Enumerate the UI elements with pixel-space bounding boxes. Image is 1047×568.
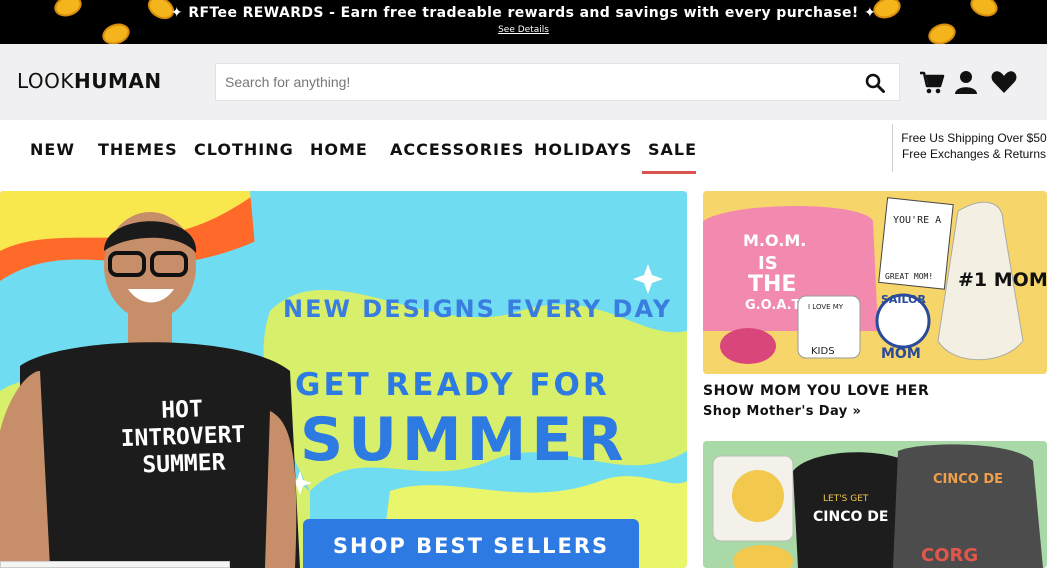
art-text: I LOVE MY — [808, 303, 844, 311]
returns-line: Free Exchanges & Returns — [901, 147, 1047, 161]
art-text: IS — [758, 253, 778, 274]
art-text: CINCO DE — [813, 509, 888, 525]
nav-item-themes[interactable]: THEMES — [98, 140, 178, 159]
hero-subheadline: NEW DESIGNS EVERY DAY — [283, 295, 673, 323]
status-tooltip — [0, 561, 230, 568]
art-text: SAILOR — [881, 293, 926, 306]
shirt-line: SUMMER — [141, 449, 226, 479]
art-text: CINCO DE — [933, 472, 1003, 487]
search-icon[interactable] — [865, 73, 885, 93]
hero-headline-large: SUMMER — [300, 405, 629, 475]
art-text: KIDS — [811, 346, 835, 357]
hero-banner[interactable]: HOT INTROVERT SUMMER NEW DESIGNS EVERY D… — [0, 191, 687, 568]
shop-mothers-day-link[interactable]: Shop Mother's Day » — [703, 404, 861, 419]
logo[interactable]: LOOKHUMAN — [17, 69, 162, 93]
wishlist-heart-icon[interactable] — [990, 68, 1018, 96]
art-text: THE — [748, 272, 796, 297]
logo-light-text: LOOK — [17, 69, 75, 93]
art-text: MOM — [881, 346, 921, 362]
hero-headline: GET READY FOR — [295, 367, 610, 403]
nav-item-home[interactable]: HOME — [310, 140, 368, 159]
mothers-day-promo-image[interactable]: M.O.M. IS THE G.O.A.T. YOU'RE A GREAT MO… — [703, 191, 1047, 374]
rewards-text: ✦ RFTee REWARDS - Earn free tradeable re… — [0, 5, 1047, 21]
nav-item-accessories[interactable]: ACCESSORIES — [390, 140, 524, 159]
account-icon[interactable] — [952, 68, 980, 96]
search-bar — [215, 63, 900, 101]
nav-item-new[interactable]: NEW — [30, 140, 75, 159]
art-text: YOU'RE A — [893, 215, 941, 226]
nav-item-clothing[interactable]: CLOTHING — [194, 140, 294, 159]
art-text: GREAT MOM! — [885, 272, 933, 281]
cart-icon[interactable] — [918, 68, 946, 96]
shipping-info: Free Us Shipping Over $50 Free Exchanges… — [892, 124, 1047, 172]
search-input[interactable] — [216, 64, 856, 100]
site-header: LOOKHUMAN — [0, 44, 1047, 120]
nav-item-sale[interactable]: SALE — [648, 140, 697, 159]
rewards-prefix: ✦ — [170, 5, 189, 21]
art-text: M.O.M. — [743, 231, 806, 250]
cinco-de-mayo-promo-card[interactable]: LET'S GET CINCO DE CINCO DE CORG — [703, 441, 1047, 568]
art-text: LET'S GET — [823, 494, 869, 504]
mothers-day-art: M.O.M. IS THE G.O.A.T. YOU'RE A GREAT MO… — [703, 191, 1047, 374]
shipping-line: Free Us Shipping Over $50 — [901, 131, 1047, 145]
main-nav: NEW THEMES CLOTHING HOME ACCESSORIES HOL… — [0, 120, 1047, 178]
shirt-graphic-text: HOT INTROVERT SUMMER — [117, 395, 250, 480]
promo-title: SHOW MOM YOU LOVE HER — [703, 383, 930, 399]
art-text: CORG — [921, 545, 978, 566]
shop-best-sellers-button[interactable]: SHOP BEST SELLERS — [303, 519, 639, 568]
cinco-de-mayo-promo-image[interactable]: LET'S GET CINCO DE CINCO DE CORG — [703, 441, 1047, 568]
logo-bold-text: HUMAN — [74, 69, 162, 93]
cinco-de-mayo-art: LET'S GET CINCO DE CINCO DE CORG — [703, 441, 1047, 568]
art-text: #1 MOM — [958, 269, 1047, 291]
rewards-message: - Earn free tradeable rewards and saving… — [323, 5, 877, 21]
rewards-brand: RFTee REWARDS — [188, 5, 324, 21]
art-text: G.O.A.T. — [745, 298, 803, 313]
shirt-line: INTROVERT — [120, 421, 246, 453]
see-details-link[interactable]: See Details — [0, 25, 1047, 35]
rewards-banner: ✦ RFTee REWARDS - Earn free tradeable re… — [0, 0, 1047, 44]
mothers-day-promo-card[interactable]: M.O.M. IS THE G.O.A.T. YOU'RE A GREAT MO… — [703, 191, 1047, 431]
active-nav-indicator — [642, 171, 696, 174]
nav-item-holidays[interactable]: HOLIDAYS — [534, 140, 632, 159]
